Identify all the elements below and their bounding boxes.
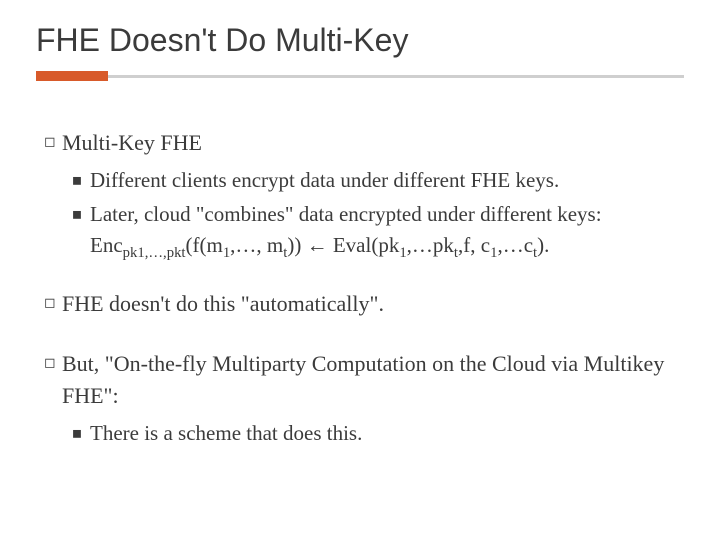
bullet-on-the-fly: ◻ But, "On-the-fly Multiparty Computatio… xyxy=(44,348,684,412)
title-rule xyxy=(36,71,684,81)
t: (f(m xyxy=(186,233,223,257)
subbullet-text: Different clients encrypt data under dif… xyxy=(90,165,684,195)
bullet-fhe-doesnt: ◻ FHE doesn't do this "automatically". xyxy=(44,288,684,320)
bullet-text: FHE doesn't do this "automatically". xyxy=(62,288,684,320)
bullet-text: Multi-Key FHE xyxy=(62,127,684,159)
subbullet-later-cloud: ◼ Later, cloud "combines" data encrypted… xyxy=(72,199,684,260)
subbullet-different-clients: ◼ Different clients encrypt data under d… xyxy=(72,165,684,195)
t: ). xyxy=(537,233,549,257)
square-bullet-icon: ◻ xyxy=(44,294,62,314)
bullet-multikey-fhe: ◻ Multi-Key FHE xyxy=(44,127,684,159)
sub: pk1,…,pkt xyxy=(123,245,186,261)
slide: FHE Doesn't Do Multi-Key ◻ Multi-Key FHE… xyxy=(0,0,720,540)
solid-square-bullet-icon: ◼ xyxy=(72,206,90,223)
subbullet-there-is-scheme: ◼ There is a scheme that does this. xyxy=(72,418,684,448)
spacer xyxy=(36,336,684,348)
rule-orange xyxy=(36,71,108,81)
bullet-text: But, "On-the-fly Multiparty Computation … xyxy=(62,348,684,412)
sub: 1 xyxy=(399,245,406,261)
t: ,…pk xyxy=(407,233,454,257)
rule-grey xyxy=(36,75,684,78)
t: )) ← Eval(pk xyxy=(287,233,399,257)
solid-square-bullet-icon: ◼ xyxy=(72,425,90,442)
slide-title: FHE Doesn't Do Multi-Key xyxy=(36,22,684,59)
subbullet-text: There is a scheme that does this. xyxy=(90,418,684,448)
spacer xyxy=(36,264,684,288)
t: ,f, c xyxy=(458,233,490,257)
square-bullet-icon: ◻ xyxy=(44,354,62,374)
subbullet-text: Later, cloud "combines" data encrypted u… xyxy=(90,199,684,260)
square-bullet-icon: ◻ xyxy=(44,133,62,153)
solid-square-bullet-icon: ◼ xyxy=(72,172,90,189)
t: ,…, m xyxy=(230,233,283,257)
t: ,…c xyxy=(497,233,533,257)
